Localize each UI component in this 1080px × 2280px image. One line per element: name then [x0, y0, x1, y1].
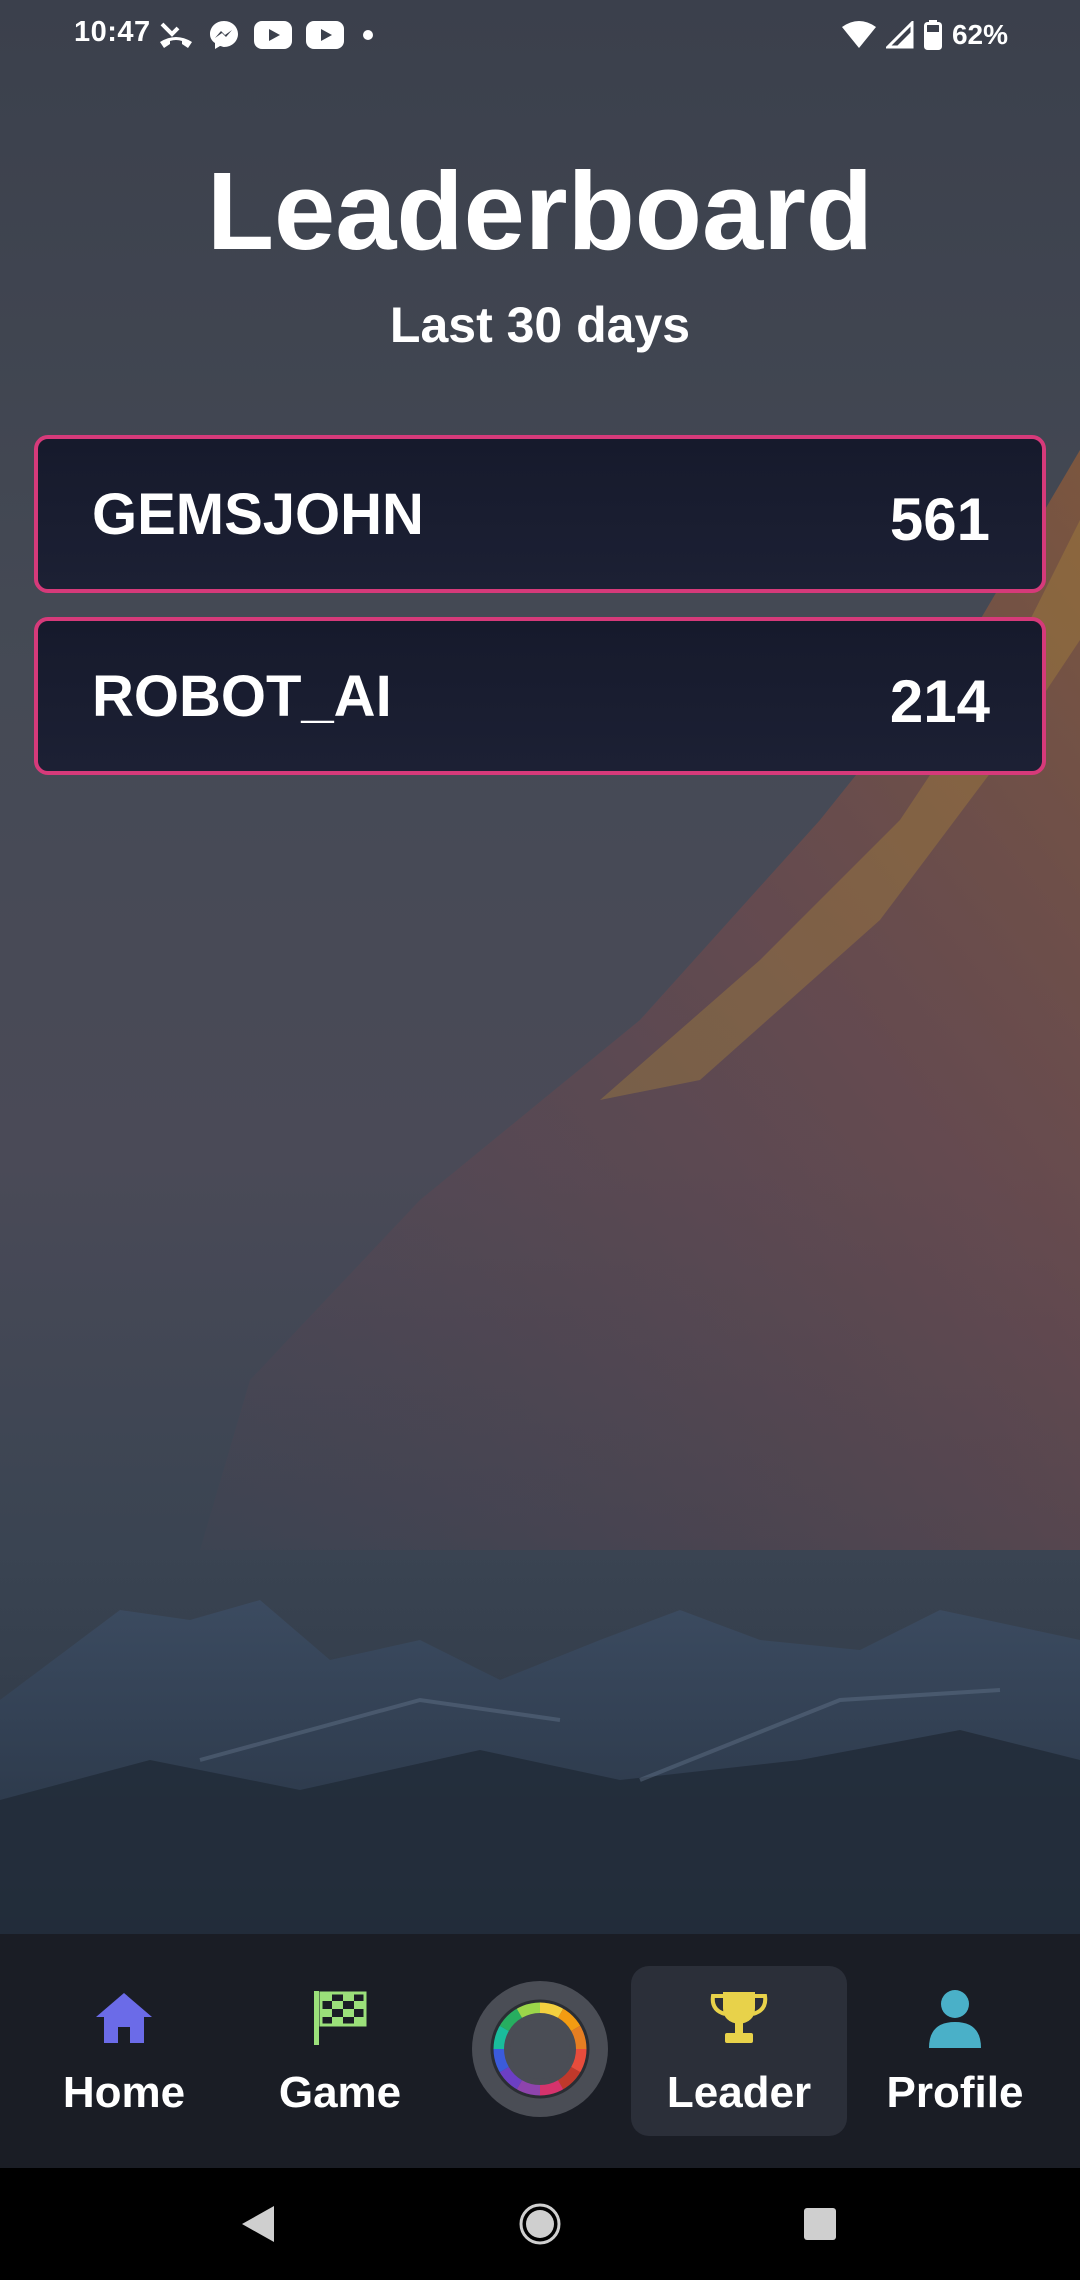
player-name: GEMSJOHN — [92, 481, 424, 547]
leaderboard-list: GEMSJOHN 561 ROBOT_AI 214 — [34, 435, 1046, 799]
leaderboard-screen: 10:47 62% Leaderboard Last 30 days GEMSJ… — [0, 0, 1080, 2280]
background-image — [0, 0, 1080, 1934]
color-wheel-button[interactable] — [472, 1981, 608, 2117]
back-triangle-icon — [242, 2206, 274, 2242]
nav-profile-label: Profile — [886, 2068, 1024, 2117]
home-circle-icon — [519, 2203, 561, 2245]
messenger-icon — [210, 21, 238, 49]
recents-square-icon — [804, 2208, 836, 2240]
cell-signal-icon — [885, 21, 914, 49]
trophy-icon — [710, 1992, 768, 2043]
nav-home[interactable]: Home — [24, 1966, 224, 2136]
home-icon — [96, 1993, 152, 2043]
battery-percent: 62% — [951, 19, 1008, 50]
player-score: 561 — [889, 485, 990, 553]
page-title: Leaderboard — [206, 150, 874, 273]
youtube-icon — [306, 21, 344, 49]
system-status-icons: 62% — [841, 16, 1008, 54]
leaderboard-row[interactable]: ROBOT_AI 214 — [34, 617, 1046, 775]
player-score: 214 — [889, 667, 990, 735]
color-wheel-icon — [490, 1999, 590, 2099]
page-subtitle: Last 30 days — [389, 297, 691, 353]
checkered-flag-icon — [314, 1991, 367, 2045]
nav-profile[interactable]: Profile — [855, 1966, 1055, 2136]
nav-home-label: Home — [62, 2068, 186, 2117]
wifi-icon — [841, 21, 876, 48]
player-name: ROBOT_AI — [92, 663, 392, 729]
bottom-navigation: Home Game Leader Profile — [0, 1934, 1080, 2168]
youtube-icon — [254, 21, 292, 49]
battery-icon — [923, 20, 942, 50]
system-recents-button[interactable] — [794, 2198, 846, 2250]
leaderboard-row[interactable]: GEMSJOHN 561 — [34, 435, 1046, 593]
system-home-button[interactable] — [514, 2198, 566, 2250]
system-navigation-bar — [0, 2168, 1080, 2280]
nav-leader[interactable]: Leader — [631, 1966, 847, 2136]
status-time: 10:47 — [74, 16, 151, 48]
status-bar: 10:47 62% — [0, 0, 1080, 72]
system-back-button[interactable] — [232, 2198, 284, 2250]
missed-call-icon — [160, 22, 192, 48]
nav-leader-label: Leader — [666, 2068, 812, 2117]
person-icon — [929, 1990, 981, 2048]
notification-icons — [158, 16, 378, 54]
nav-game-label: Game — [278, 2068, 402, 2117]
dot-icon — [363, 30, 373, 40]
nav-game[interactable]: Game — [240, 1966, 440, 2136]
